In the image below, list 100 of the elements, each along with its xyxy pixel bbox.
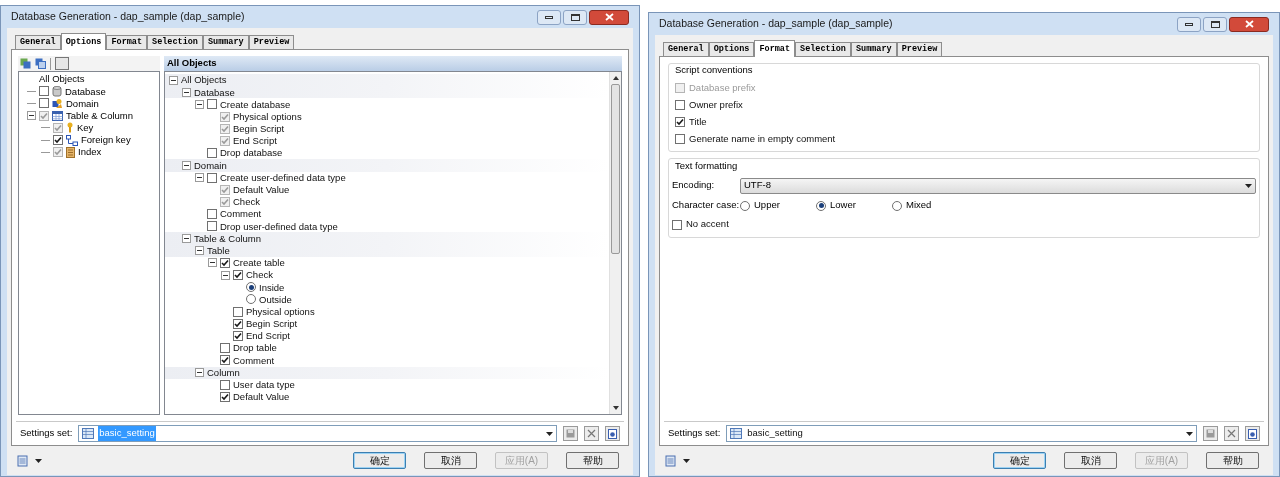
tab[interactable]: Preview [896,42,943,56]
checkbox[interactable] [39,98,49,109]
tree-item[interactable]: Default Value [233,392,290,402]
collapse-icon[interactable] [195,368,204,378]
checkbox[interactable] [675,133,685,144]
tree-item[interactable]: Create user-defined data type [220,172,346,183]
scroll-up-icon[interactable] [612,76,619,80]
checkbox[interactable] [207,221,217,232]
tree-item[interactable]: Drop table [233,343,277,353]
filter-button[interactable] [55,57,69,70]
collapse-icon[interactable] [169,75,178,85]
radio-button[interactable] [816,200,826,211]
copy-icon[interactable] [35,58,46,69]
checkbox[interactable] [207,148,217,159]
tree-item[interactable]: All Objects [39,74,85,84]
delete-button[interactable] [1224,426,1239,441]
collapse-icon[interactable] [182,160,191,170]
dialog-button[interactable]: 确定 [353,452,406,469]
tree-item[interactable]: Comment [233,355,275,366]
dialog-button[interactable]: 帮助 [1206,452,1259,469]
checkbox[interactable] [233,306,243,317]
scrollbar[interactable] [609,72,621,414]
tab[interactable]: Format [106,35,148,49]
checkbox[interactable] [675,99,685,110]
caret-icon[interactable] [683,458,690,463]
tree-item[interactable]: Inside [259,282,285,293]
close-button[interactable] [589,9,629,25]
scroll-down-icon[interactable] [612,406,619,410]
dialog-button[interactable]: 取消 [1064,452,1117,469]
tree-item[interactable]: User data type [233,380,295,390]
tree-item[interactable]: Table & Column [194,233,262,244]
collapse-icon[interactable] [195,246,204,256]
settings-dropdown[interactable]: basic_setting [726,425,1197,442]
checkbox[interactable] [220,355,230,366]
tree-item[interactable]: Drop database [220,148,283,158]
collapse-icon[interactable] [195,173,204,183]
collapse-icon[interactable] [195,99,204,109]
tab[interactable]: Options [60,33,107,50]
tree-item[interactable]: Check [246,270,273,280]
maximize-button[interactable] [563,9,587,25]
radio-button[interactable] [246,282,256,293]
tab[interactable]: Format [754,40,796,57]
dialog-button[interactable]: 取消 [424,452,477,469]
close-button[interactable] [1229,16,1269,32]
tree-item[interactable]: Comment [220,209,262,219]
copy-icon[interactable] [20,58,31,69]
dialog-button[interactable]: 确定 [993,452,1046,469]
tree-item[interactable]: Physical options [246,306,315,317]
tab[interactable]: Selection [147,35,203,49]
tree-item[interactable]: Table [207,245,230,256]
caret-icon[interactable] [35,458,42,463]
checkbox[interactable] [672,219,682,230]
tree-item[interactable]: Drop user-defined data type [220,221,338,232]
radio-button[interactable] [246,294,256,305]
maximize-button[interactable] [1203,16,1227,32]
tab[interactable]: Options [708,42,755,56]
collapse-icon[interactable] [208,258,217,268]
checkbox[interactable] [233,270,243,281]
minimize-button[interactable] [1177,16,1201,32]
tree-item[interactable]: Domain [194,160,227,171]
printer-icon[interactable] [17,454,29,467]
printer-icon[interactable] [665,454,677,467]
tree-item[interactable]: Begin Script [246,319,298,329]
encoding-dropdown[interactable]: UTF-8 [740,177,1256,194]
checkbox[interactable] [233,318,243,329]
delete-button[interactable] [584,426,599,441]
checkbox[interactable] [220,343,230,354]
tab[interactable]: General [663,42,709,56]
tab[interactable]: Summary [202,35,249,49]
minimize-button[interactable] [537,9,561,25]
tab[interactable]: Selection [795,42,851,56]
checkbox[interactable] [207,172,217,183]
checkbox[interactable] [207,209,217,220]
checkbox[interactable] [675,116,685,127]
tree-item[interactable]: Column [207,367,240,378]
collapse-icon[interactable] [182,234,191,244]
dialog-button[interactable]: 帮助 [566,452,619,469]
tab[interactable]: Preview [248,35,295,49]
checkbox[interactable] [220,391,230,402]
tree-item[interactable]: End Script [246,331,290,341]
checkbox[interactable] [220,379,230,390]
tab[interactable]: General [15,35,61,49]
radio-button[interactable] [892,200,902,211]
tree-item[interactable]: Outside [259,294,292,305]
collapse-icon[interactable] [221,270,230,280]
tree-item[interactable]: Create table [233,258,285,268]
checkbox[interactable] [220,257,230,268]
checkbox[interactable] [233,331,243,342]
radio-button[interactable] [740,200,750,211]
tab[interactable]: Summary [850,42,897,56]
tree-item[interactable]: Domain [66,98,99,109]
import-button[interactable] [1245,426,1260,441]
import-button[interactable] [605,426,620,441]
checkbox[interactable] [207,99,217,110]
collapse-icon[interactable] [182,87,191,97]
tree-item[interactable]: Database [65,86,106,97]
tree-item[interactable]: Database [194,87,235,98]
tree-item[interactable]: Create database [220,99,291,110]
checkbox[interactable] [39,86,49,97]
tree-item[interactable]: All Objects [181,75,227,85]
